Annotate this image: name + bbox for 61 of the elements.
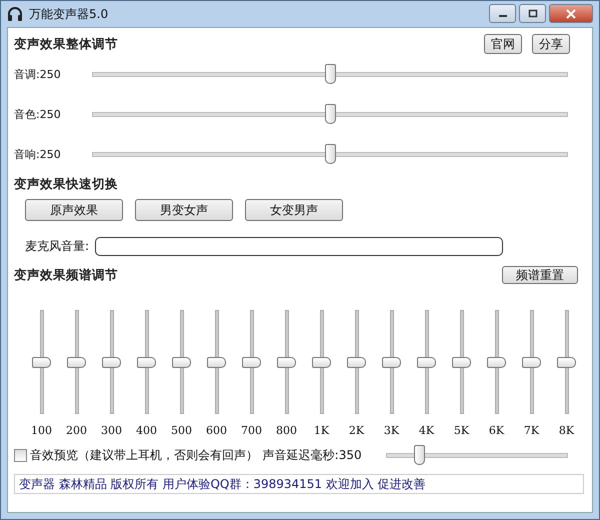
preset-button[interactable]: 女变男声: [245, 199, 343, 221]
band-label: 200: [66, 424, 87, 437]
link-button[interactable]: 分享: [532, 34, 570, 54]
close-icon: [566, 8, 576, 18]
slider-label: 音响:250: [14, 146, 62, 162]
reset-button[interactable]: 频谱重置: [502, 266, 578, 284]
band-label: 4K: [418, 424, 434, 437]
band-label: 5K: [454, 424, 470, 437]
band-label: 300: [101, 424, 122, 437]
status-text: 变声器 森林精品 版权所有 用户体验QQ群：398934151 欢迎加入 促进改善: [19, 476, 426, 492]
slider-thumb[interactable]: [325, 144, 336, 164]
link-button[interactable]: 官网: [484, 34, 522, 54]
slider-thumb[interactable]: [32, 357, 50, 368]
checkbox[interactable]: [14, 449, 27, 462]
minimize-icon: [498, 15, 506, 17]
slider-thumb[interactable]: [242, 357, 260, 368]
section-heading: 变声效果快速切换: [14, 176, 119, 193]
slider-thumb[interactable]: [136, 357, 156, 368]
band-label: 500: [171, 424, 192, 437]
minimize-button[interactable]: [489, 4, 516, 23]
band-label: 600: [206, 424, 227, 437]
headphones-icon: [7, 6, 23, 22]
section-heading: 变声效果整体调节: [14, 36, 118, 52]
slider-thumb[interactable]: [325, 104, 336, 124]
delay-label: 声音延迟毫秒:350: [262, 447, 363, 464]
band-label: 6K: [488, 424, 504, 437]
slider-thumb[interactable]: [276, 357, 296, 368]
preview-label: 音效预览（建议带上耳机，否则会有回声）: [30, 447, 258, 464]
band-label: 800: [276, 424, 297, 437]
window-title: 万能变声器5.0: [29, 6, 108, 22]
slider-label: 音调:250: [14, 66, 62, 82]
slider-thumb[interactable]: [102, 357, 120, 368]
slider-label: 音色:250: [14, 106, 62, 122]
mic-volume-label: 麦克风音量:: [25, 238, 90, 255]
band-label: 100: [31, 424, 52, 437]
slider-thumb[interactable]: [522, 357, 540, 368]
slider-thumb[interactable]: [206, 357, 226, 368]
band-label: 1K: [314, 424, 330, 437]
maximize-button[interactable]: [519, 4, 546, 23]
maximize-icon: [528, 8, 538, 18]
band-label: 400: [136, 424, 157, 437]
close-button[interactable]: [549, 4, 593, 23]
slider-thumb[interactable]: [452, 357, 470, 368]
section-heading: 变声效果频谱调节: [14, 266, 118, 284]
band-label: 700: [241, 424, 262, 437]
slider-thumb[interactable]: [66, 357, 86, 368]
band-label: 3K: [384, 424, 400, 437]
slider-thumb[interactable]: [172, 357, 190, 368]
band-label: 8K: [558, 424, 574, 437]
slider-thumb[interactable]: [486, 357, 506, 368]
preset-button[interactable]: 男变女声: [135, 199, 233, 221]
slider-thumb[interactable]: [556, 357, 576, 368]
preset-button[interactable]: 原声效果: [25, 199, 123, 221]
slider-thumb[interactable]: [346, 357, 366, 368]
slider-thumb[interactable]: [416, 357, 436, 368]
slider-thumb[interactable]: [382, 357, 400, 368]
slider-thumb[interactable]: [325, 64, 336, 84]
slider-thumb[interactable]: [312, 357, 330, 368]
band-label: 2K: [348, 424, 364, 437]
band-label: 7K: [524, 424, 540, 437]
slider-thumb[interactable]: [414, 445, 426, 465]
